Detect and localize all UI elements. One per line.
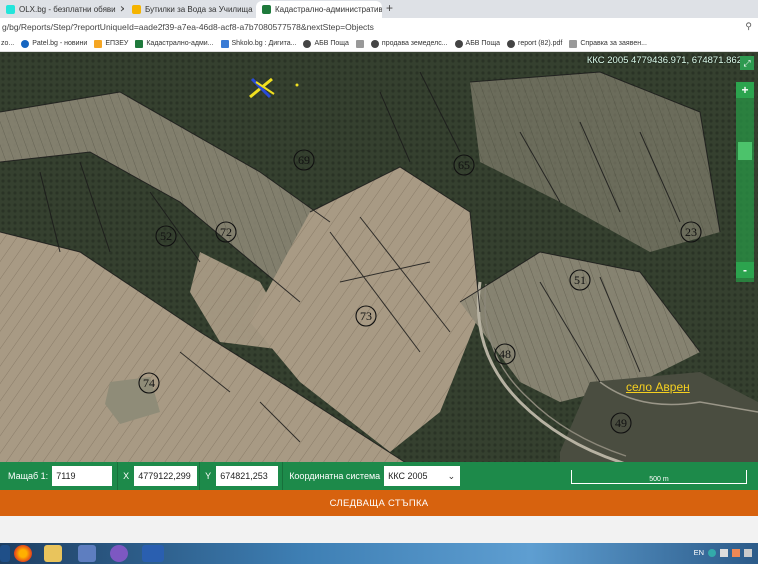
bookmark-icon	[135, 39, 144, 48]
bookmark-label: Patel.bg - новини	[32, 40, 88, 47]
viber-icon[interactable]	[110, 545, 128, 562]
x-coordinate-input[interactable]: 4779122,299	[134, 466, 198, 486]
bookmark-item[interactable]: АБВ Поща	[454, 39, 500, 48]
cadastral-map[interactable]: 69 65 72 52 73 51 48 74 23 49 ККС 2005 4…	[0, 52, 758, 490]
parcel-label: 73	[360, 309, 372, 323]
globe-icon	[370, 39, 379, 48]
new-tab-button[interactable]: +	[386, 1, 393, 15]
windows-taskbar: EN	[0, 543, 758, 564]
cadastre-favicon-icon	[262, 5, 271, 14]
globe-icon	[303, 39, 312, 48]
word-icon[interactable]	[142, 545, 164, 562]
parcel-label: 65	[458, 158, 470, 172]
bookmark-icon	[94, 39, 103, 48]
bookmark-label: АБВ Поща	[314, 40, 349, 47]
globe-icon	[507, 39, 515, 48]
page-icon	[355, 39, 364, 48]
bookmark-label: Кадастрално-адми...	[146, 40, 214, 47]
coordinate-readout: ККС 2005 4779436.971, 674871.862	[586, 55, 742, 66]
scale-bar-label: 500 m	[649, 476, 669, 483]
bookmark-item[interactable]: АБВ Поща	[303, 39, 349, 48]
bookmark-item[interactable]: ЕПЗЕУ	[94, 39, 129, 48]
bookmark-label: АБВ Поща	[465, 40, 500, 47]
tab-cadastre[interactable]: Кадастрално-административна ✕	[256, 1, 382, 18]
language-indicator[interactable]: EN	[694, 548, 704, 557]
bookmark-item[interactable]: Кадастрално-адми...	[135, 39, 214, 48]
y-label: Y	[205, 471, 212, 481]
bookmark-item[interactable]: Shkolo.bg : Дигита...	[220, 39, 297, 48]
bookmark-label: Shkolo.bg : Дигита...	[231, 40, 297, 47]
system-tray: EN	[694, 548, 752, 557]
village-label: село Аврен	[626, 380, 690, 394]
zoom-slider[interactable]: + -	[736, 82, 754, 282]
file-explorer-icon[interactable]	[44, 545, 62, 562]
start-orb-icon[interactable]	[0, 545, 10, 562]
bookmark-item[interactable]	[355, 39, 364, 48]
network-icon[interactable]	[78, 545, 96, 562]
tab-title: Кадастрално-административна	[275, 5, 382, 14]
parcel-label: 52	[160, 229, 172, 243]
parcel-label: 48	[499, 347, 511, 361]
crs-select[interactable]: ККС 2005 ⌄	[384, 466, 461, 486]
tab-bottles[interactable]: Бутилки за Вода за Училища | К ✕	[126, 1, 254, 18]
parcel-label: 69	[298, 153, 310, 167]
y-coordinate-input[interactable]: 674821,253	[216, 466, 279, 486]
zoom-out-button[interactable]: -	[736, 262, 754, 278]
parcel-label: 49	[615, 416, 627, 430]
page-footer-area	[0, 516, 758, 543]
tab-olx[interactable]: OLX.bg - безплатни обяви ✕	[0, 1, 124, 18]
chevron-down-icon: ⌄	[447, 471, 456, 481]
parcel-label: 23	[685, 225, 697, 239]
globe-icon	[454, 39, 463, 48]
olx-favicon-icon	[6, 5, 15, 14]
bookmark-item[interactable]: Patel.bg - новини	[21, 39, 88, 48]
scale-label: Мащаб 1:	[8, 471, 49, 481]
zoom-thumb[interactable]	[738, 142, 752, 160]
next-step-button[interactable]: СЛЕДВАЩА СТЪПКА	[0, 490, 758, 516]
parcel-label: 74	[143, 376, 155, 390]
browser-tab-strip: OLX.bg - безплатни обяви ✕ Бутилки за Во…	[0, 0, 758, 18]
close-tab-icon[interactable]: ✕	[120, 4, 124, 15]
tab-title: Бутилки за Вода за Училища | К	[145, 5, 254, 14]
magnifier-icon[interactable]: ⚲	[745, 21, 752, 32]
bookmark-item[interactable]: Справка за заявен...	[569, 39, 647, 48]
parcel-label: 72	[220, 225, 232, 239]
bookmark-label: Справка за заявен...	[580, 40, 647, 47]
tray-icon[interactable]	[708, 548, 716, 557]
parcel-label: 51	[574, 273, 586, 287]
x-label: X	[123, 471, 130, 481]
firefox-icon[interactable]	[14, 545, 32, 562]
fullscreen-button[interactable]: ⤢	[740, 56, 754, 70]
address-bar[interactable]: g/bg/Reports/Step/?reportUniqueId=aade2f…	[0, 18, 758, 36]
scale-input[interactable]: 7119	[52, 466, 113, 486]
tab-title: OLX.bg - безплатни обяви	[19, 5, 116, 14]
bookmarks-bar: zo... Patel.bg - новини ЕПЗЕУ Кадастралн…	[0, 36, 758, 52]
crs-value: ККС 2005	[388, 471, 428, 481]
tray-icon[interactable]	[720, 548, 728, 557]
bookmark-label: zo...	[1, 40, 15, 47]
crs-label: Координатна система	[289, 471, 381, 481]
zoom-in-button[interactable]: +	[736, 82, 754, 98]
tray-icon[interactable]	[744, 548, 752, 557]
satellite-imagery: 69 65 72 52 73 51 48 74 23 49	[0, 52, 758, 490]
bookmark-item[interactable]: report (82).pdf	[507, 39, 563, 48]
bookmark-label: report (82).pdf	[518, 40, 563, 47]
url-text: g/bg/Reports/Step/?reportUniqueId=aade2f…	[2, 22, 374, 32]
bookmark-label: ЕПЗЕУ	[105, 40, 129, 47]
bookmark-icon	[220, 39, 229, 48]
bookmark-icon	[21, 39, 30, 48]
page-icon	[569, 39, 578, 48]
bottle-favicon-icon	[132, 5, 141, 14]
bookmark-item[interactable]: продава земеделс...	[370, 39, 448, 48]
tray-icon[interactable]	[732, 548, 740, 557]
bookmark-item[interactable]: zo...	[1, 40, 14, 47]
bookmark-label: продава земеделс...	[381, 40, 448, 47]
